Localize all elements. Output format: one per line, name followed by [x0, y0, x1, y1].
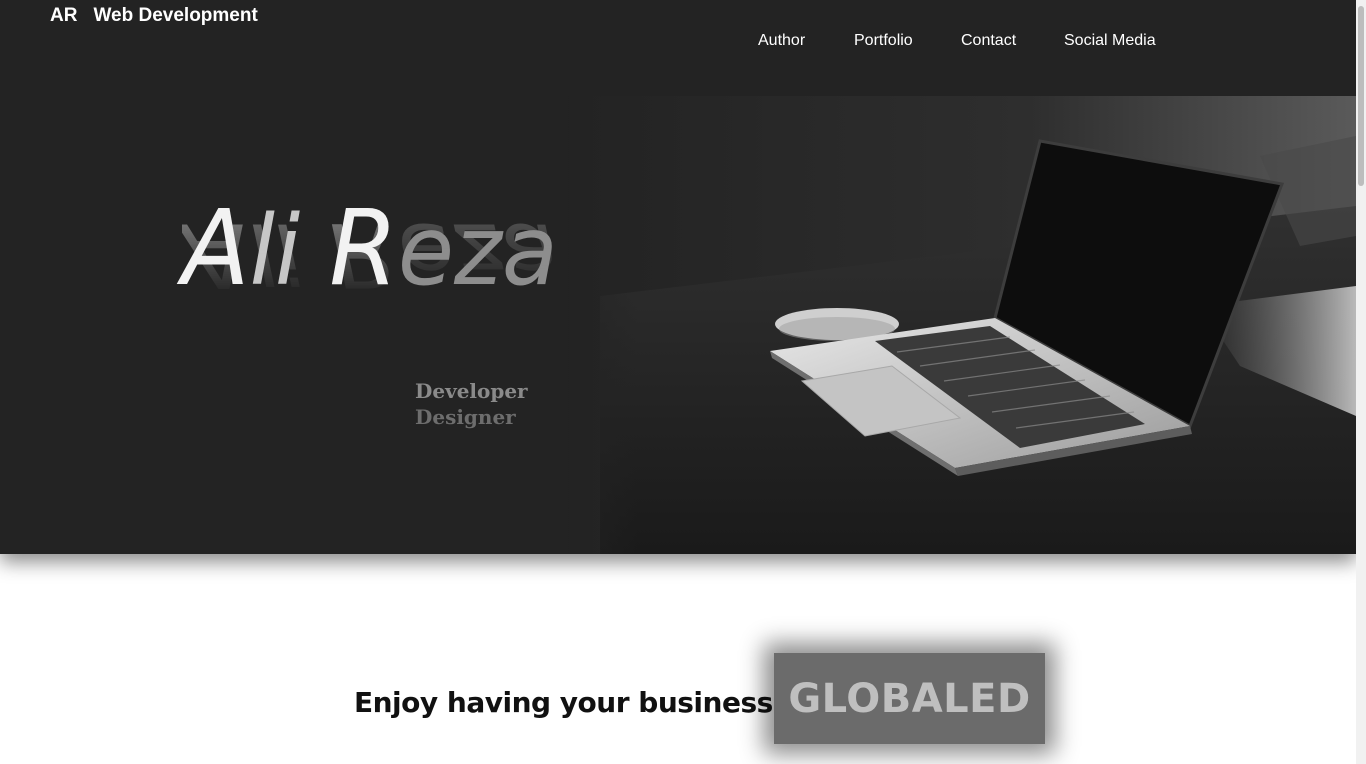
site-brand[interactable]: AR Web Development: [50, 5, 258, 27]
role-designer: Designer: [415, 405, 516, 429]
hero-section: AR Web Development Author Portfolio Conta…: [0, 0, 1356, 554]
role-developer: Developer: [415, 379, 528, 403]
hero-name: Ali Reza Ali Reza: [182, 196, 562, 380]
hero-name-reflection: Ali Reza: [182, 203, 558, 308]
promo-tagline: Enjoy having your business: [354, 686, 773, 719]
page-scrollbar[interactable]: [1356, 0, 1366, 764]
nav-item-contact[interactable]: Contact: [961, 32, 1016, 50]
nav-item-author[interactable]: Author: [758, 32, 805, 50]
laptop-photo: [540, 96, 1356, 554]
hero-roles: Developer Designer: [415, 378, 528, 430]
scrollbar-thumb[interactable]: [1358, 6, 1364, 186]
promo-highlight-text: GLOBALED: [788, 675, 1031, 722]
nav-item-social-media[interactable]: Social Media: [1064, 32, 1156, 50]
brand-name: Web Development: [93, 5, 258, 26]
promo-highlight-box: GLOBALED: [774, 653, 1045, 744]
brand-mark: AR: [50, 5, 78, 26]
nav-item-portfolio[interactable]: Portfolio: [854, 32, 913, 50]
